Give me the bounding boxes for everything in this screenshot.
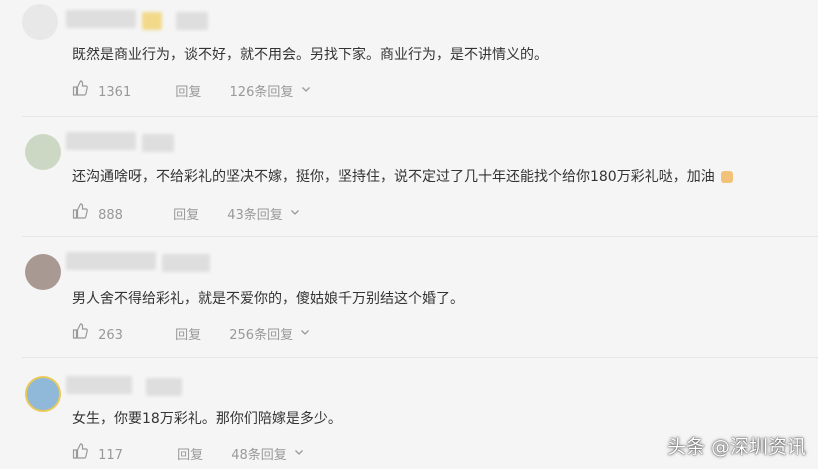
comment-actions: 888 回复 43条回复: [72, 203, 300, 223]
chevron-down-icon: [301, 329, 310, 335]
muscle-emoji-icon: [721, 171, 734, 183]
comment-text: 既然是商业行为，谈不好，就不用会。另找下家。商业行为，是不讲情义的。: [72, 47, 548, 63]
avatar[interactable]: [25, 376, 61, 412]
view-replies-button[interactable]: 48条回复: [231, 444, 304, 463]
reply-button[interactable]: 回复: [173, 204, 199, 223]
like-count: 117: [98, 448, 123, 463]
username-blurred: [176, 12, 208, 30]
thumbs-up-icon: [72, 443, 88, 459]
reply-button[interactable]: 回复: [177, 444, 203, 463]
like-button[interactable]: 117: [72, 443, 123, 463]
comment-actions: 1361 回复 126条回复: [72, 80, 311, 100]
like-button[interactable]: 263: [72, 323, 123, 343]
thumbs-up-icon: [72, 80, 88, 96]
comment-text: 还沟通啥呀，不给彩礼的坚决不嫁，挺你，坚持住，说不定过了几十年还能找个给你180…: [72, 166, 734, 186]
username-blurred[interactable]: [66, 376, 132, 394]
like-button[interactable]: 1361: [72, 80, 131, 100]
chevron-down-icon: [301, 86, 310, 92]
username-blurred: [146, 378, 182, 396]
thumbs-up-icon: [72, 323, 88, 339]
comment-item: 男人舍不得给彩礼，就是不爱你的，傻姑娘千万别结这个婚了。 263 回复 256条…: [0, 240, 818, 355]
username-blurred[interactable]: [66, 132, 136, 150]
comment-item: 既然是商业行为，谈不好，就不用会。另找下家。商业行为，是不讲情义的。 1361 …: [0, 0, 818, 110]
divider: [22, 236, 818, 237]
avatar[interactable]: [25, 254, 61, 290]
username-blurred[interactable]: [66, 10, 136, 28]
comment-item: 还沟通啥呀，不给彩礼的坚决不嫁，挺你，坚持住，说不定过了几十年还能找个给你180…: [0, 120, 818, 235]
avatar[interactable]: [22, 4, 58, 40]
like-count: 1361: [98, 85, 132, 100]
like-count: 263: [98, 328, 123, 343]
like-button[interactable]: 888: [72, 203, 123, 223]
comment-text: 女生，你要18万彩礼。那你们陪嫁是多少。: [72, 411, 342, 427]
replies-count: 48条回复: [231, 447, 287, 463]
username-blurred: [162, 254, 210, 272]
divider: [22, 116, 818, 117]
thumbs-up-icon: [72, 203, 88, 219]
view-replies-button[interactable]: 43条回复: [227, 204, 300, 223]
divider: [22, 357, 818, 358]
comment-text: 男人舍不得给彩礼，就是不爱你的，傻姑娘千万别结这个婚了。: [72, 291, 464, 307]
username-blurred: [142, 12, 162, 30]
reply-button[interactable]: 回复: [175, 324, 201, 343]
view-replies-button[interactable]: 126条回复: [230, 81, 311, 100]
watermark: 头条 @深圳资讯: [666, 436, 806, 458]
chevron-down-icon: [290, 209, 299, 215]
username-blurred[interactable]: [66, 252, 156, 270]
comment-actions: 117 回复 48条回复: [72, 443, 304, 463]
comment-actions: 263 回复 256条回复: [72, 323, 310, 343]
reply-button[interactable]: 回复: [175, 81, 201, 100]
like-count: 888: [98, 208, 123, 223]
replies-count: 256条回复: [229, 327, 294, 343]
replies-count: 43条回复: [227, 207, 283, 223]
replies-count: 126条回复: [229, 84, 294, 100]
avatar[interactable]: [25, 134, 61, 170]
view-replies-button[interactable]: 256条回复: [229, 324, 310, 343]
username-blurred: [142, 134, 174, 152]
comment-text-content: 还沟通啥呀，不给彩礼的坚决不嫁，挺你，坚持住，说不定过了几十年还能找个给你180…: [72, 169, 715, 185]
chevron-down-icon: [294, 449, 303, 455]
